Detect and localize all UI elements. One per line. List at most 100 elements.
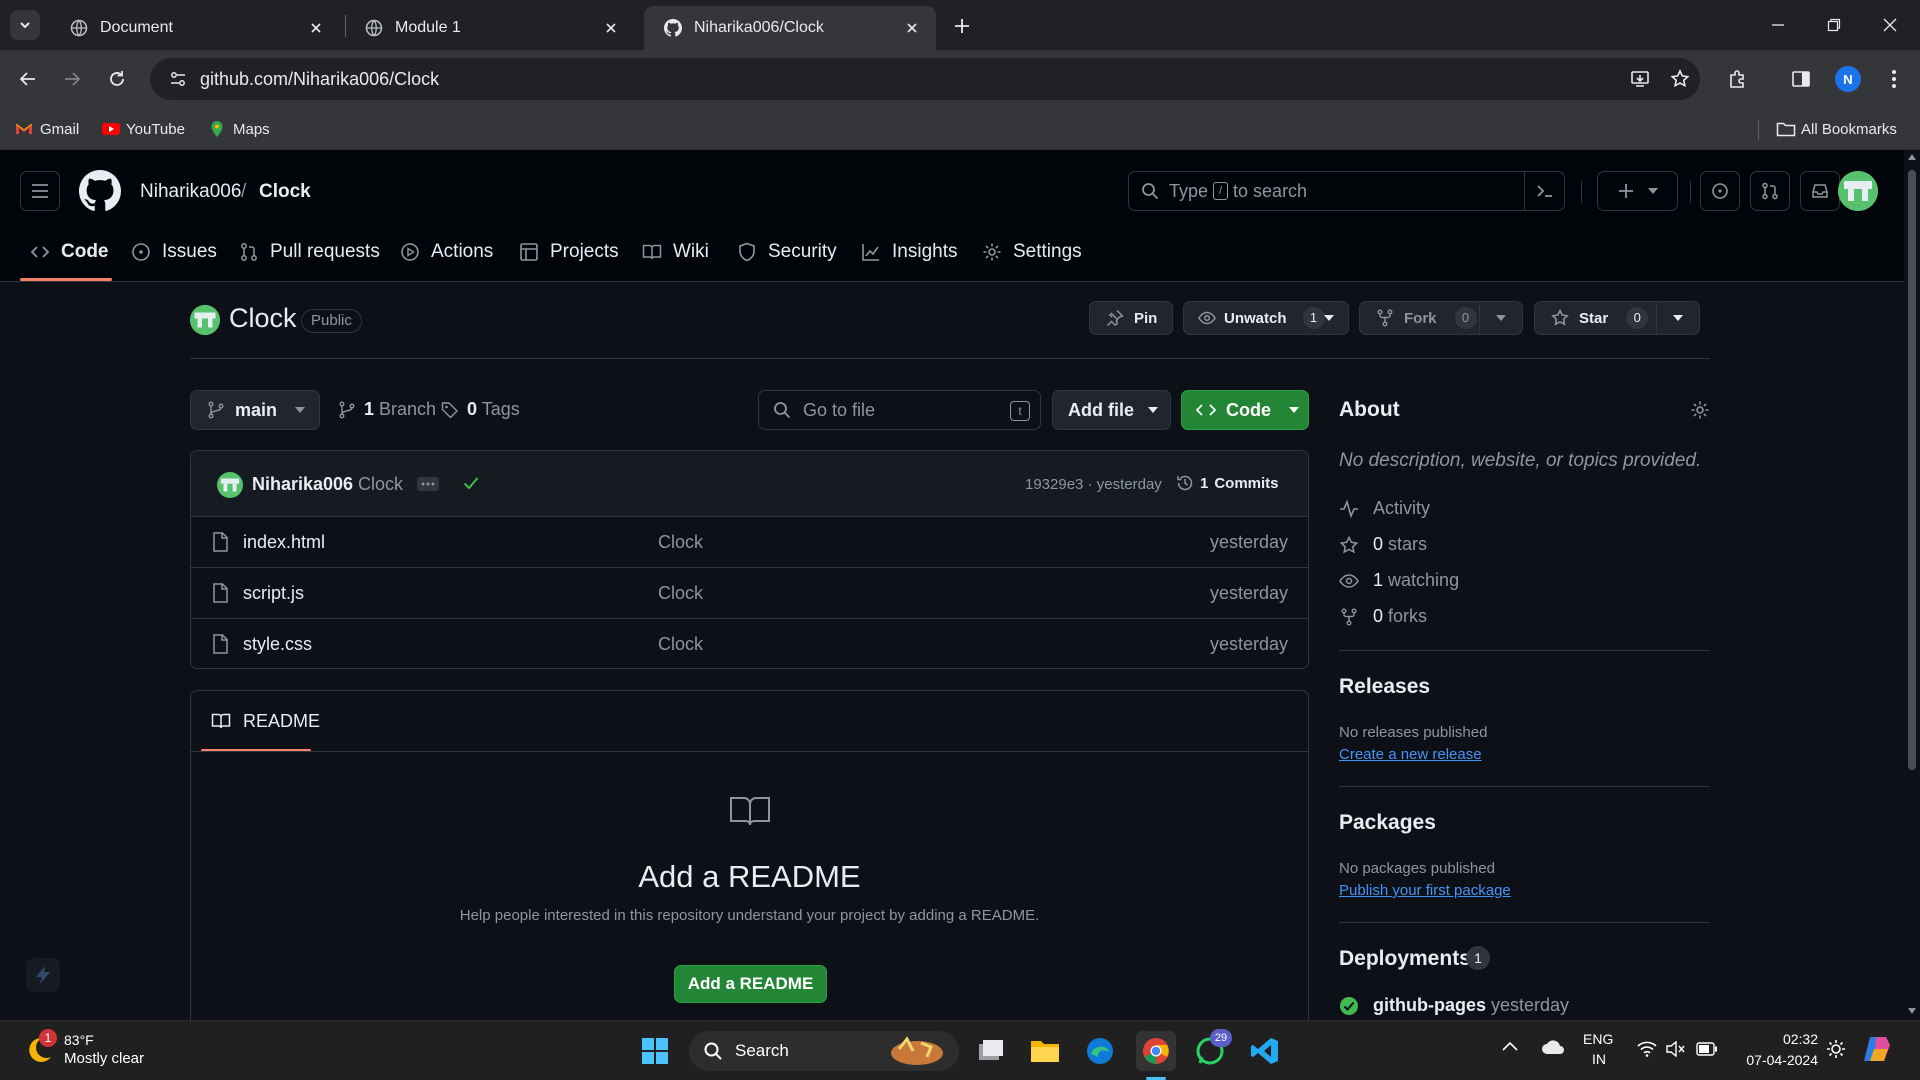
commit-message[interactable]: Clock: [358, 474, 403, 495]
branch-selector[interactable]: main: [190, 390, 320, 430]
star-button[interactable]: Star 0: [1535, 307, 1656, 329]
file-commit-message[interactable]: Clock: [658, 634, 703, 655]
taskbar-search[interactable]: Search: [689, 1031, 959, 1071]
forks-link[interactable]: 0 forks: [1339, 606, 1427, 627]
file-row[interactable]: style.css Clock yesterday: [191, 619, 1308, 668]
forward-button[interactable]: [56, 63, 88, 95]
volume-muted-icon[interactable]: [1666, 1041, 1686, 1057]
go-to-file-input[interactable]: Go to file t: [758, 390, 1041, 430]
breadcrumb-owner[interactable]: Niharika006: [140, 181, 241, 203]
tab-actions[interactable]: Actions: [400, 238, 493, 266]
tab-wiki[interactable]: Wiki: [642, 238, 709, 266]
file-name[interactable]: style.css: [243, 634, 312, 655]
create-release-link[interactable]: Create a new release: [1339, 746, 1482, 763]
clock-time[interactable]: 02:32: [1768, 1031, 1818, 1047]
minimize-button[interactable]: [1750, 0, 1806, 50]
battery-icon[interactable]: [1696, 1042, 1718, 1056]
site-info-icon[interactable]: [156, 58, 200, 100]
create-new-button[interactable]: [1597, 171, 1678, 211]
file-commit-message[interactable]: Clock: [658, 532, 703, 553]
star-bookmark-icon[interactable]: [1660, 58, 1700, 100]
weather-description[interactable]: Mostly clear: [64, 1050, 144, 1067]
watchers-link[interactable]: 1 watching: [1339, 570, 1459, 591]
profile-avatar[interactable]: N: [1835, 66, 1861, 92]
wifi-icon[interactable]: [1637, 1041, 1657, 1057]
repo-title[interactable]: Clock: [229, 303, 297, 334]
chrome-button[interactable]: [1136, 1031, 1176, 1071]
tab-search-button[interactable]: [10, 10, 40, 40]
restore-button[interactable]: [1806, 0, 1862, 50]
github-logo-icon[interactable]: [79, 170, 121, 212]
breadcrumb-repo[interactable]: Clock: [259, 181, 311, 203]
watch-dropdown-button[interactable]: [1309, 315, 1348, 321]
stars-link[interactable]: 0 stars: [1339, 534, 1427, 555]
gear-icon[interactable]: [1690, 400, 1710, 420]
file-commit-message[interactable]: Clock: [658, 583, 703, 604]
clock-date[interactable]: 07-04-2024: [1737, 1052, 1818, 1068]
kebab-menu-icon[interactable]: [1880, 65, 1908, 93]
extensions-icon[interactable]: [1724, 65, 1752, 93]
bookmark-youtube[interactable]: YouTube: [101, 116, 185, 142]
code-clone-button[interactable]: Code: [1181, 390, 1309, 430]
add-readme-button[interactable]: Add a README: [674, 965, 827, 1003]
language-top[interactable]: ENG: [1583, 1031, 1613, 1047]
weather-temperature[interactable]: 83°F: [64, 1032, 94, 1048]
scrollbar-thumb[interactable]: [1908, 170, 1916, 770]
tab-projects[interactable]: Projects: [519, 238, 619, 266]
file-row[interactable]: script.js Clock yesterday: [191, 568, 1308, 619]
deployment-item[interactable]: github-pages yesterday: [1339, 995, 1569, 1016]
bookmark-maps[interactable]: Maps: [208, 116, 270, 142]
scroll-down-icon[interactable]: [1908, 1008, 1916, 1014]
new-tab-button[interactable]: [948, 12, 976, 40]
language-bottom[interactable]: IN: [1592, 1051, 1606, 1067]
onedrive-icon[interactable]: [1541, 1039, 1565, 1055]
side-panel-icon[interactable]: [1787, 65, 1815, 93]
pull-requests-button[interactable]: [1750, 171, 1790, 211]
settings-sun-icon[interactable]: [1826, 1039, 1846, 1059]
edge-button[interactable]: [1080, 1031, 1120, 1071]
browser-tab-active[interactable]: Niharika006/Clock: [644, 6, 936, 50]
close-window-button[interactable]: [1862, 0, 1918, 50]
file-name[interactable]: index.html: [243, 532, 325, 553]
browser-tab[interactable]: Document: [50, 6, 340, 50]
releases-heading[interactable]: Releases: [1339, 675, 1430, 699]
file-explorer-button[interactable]: [1025, 1031, 1065, 1071]
add-file-button[interactable]: Add file: [1052, 390, 1171, 430]
url-text[interactable]: github.com/Niharika006/Clock: [200, 69, 1620, 90]
packages-heading[interactable]: Packages: [1339, 811, 1436, 835]
deployments-heading[interactable]: Deployments: [1339, 947, 1471, 971]
fork-dropdown-button[interactable]: [1480, 315, 1522, 321]
check-icon[interactable]: [463, 476, 479, 490]
branches-link[interactable]: 1 Branch: [338, 399, 436, 420]
vscode-button[interactable]: [1245, 1031, 1285, 1071]
fork-button[interactable]: Fork 0: [1360, 307, 1479, 329]
close-icon[interactable]: [306, 18, 326, 38]
star-dropdown-button[interactable]: [1657, 315, 1699, 321]
activity-link[interactable]: Activity: [1339, 498, 1430, 519]
commit-hash-time[interactable]: 19329e3 · yesterday: [1025, 476, 1162, 493]
publish-package-link[interactable]: Publish your first package: [1339, 882, 1511, 899]
tags-link[interactable]: 0 Tags: [441, 399, 520, 420]
copilot-icon[interactable]: [1862, 1035, 1892, 1063]
commit-author[interactable]: Niharika006: [252, 474, 353, 495]
commits-history-link[interactable]: 1 Commits: [1176, 474, 1279, 492]
scroll-up-icon[interactable]: [1908, 154, 1916, 160]
hamburger-menu-button[interactable]: [20, 171, 60, 211]
bookmark-gmail[interactable]: Gmail: [15, 116, 79, 142]
tab-pull-requests[interactable]: Pull requests: [239, 238, 380, 266]
commit-expand-button[interactable]: [417, 477, 439, 491]
tab-security[interactable]: Security: [737, 238, 837, 266]
readme-tab[interactable]: README: [211, 691, 320, 751]
address-bar[interactable]: github.com/Niharika006/Clock: [150, 58, 1700, 100]
close-icon[interactable]: [601, 18, 621, 38]
file-name[interactable]: script.js: [243, 583, 304, 604]
install-app-icon[interactable]: [1620, 58, 1660, 100]
tab-issues[interactable]: Issues: [131, 238, 217, 266]
command-palette-icon[interactable]: [1524, 172, 1564, 210]
file-row[interactable]: index.html Clock yesterday: [191, 517, 1308, 568]
user-avatar[interactable]: [1838, 171, 1878, 211]
global-search-input[interactable]: Type / to search: [1128, 171, 1565, 211]
tab-settings[interactable]: Settings: [982, 238, 1082, 266]
inbox-button[interactable]: [1800, 171, 1840, 211]
all-bookmarks-button[interactable]: All Bookmarks: [1776, 116, 1897, 142]
